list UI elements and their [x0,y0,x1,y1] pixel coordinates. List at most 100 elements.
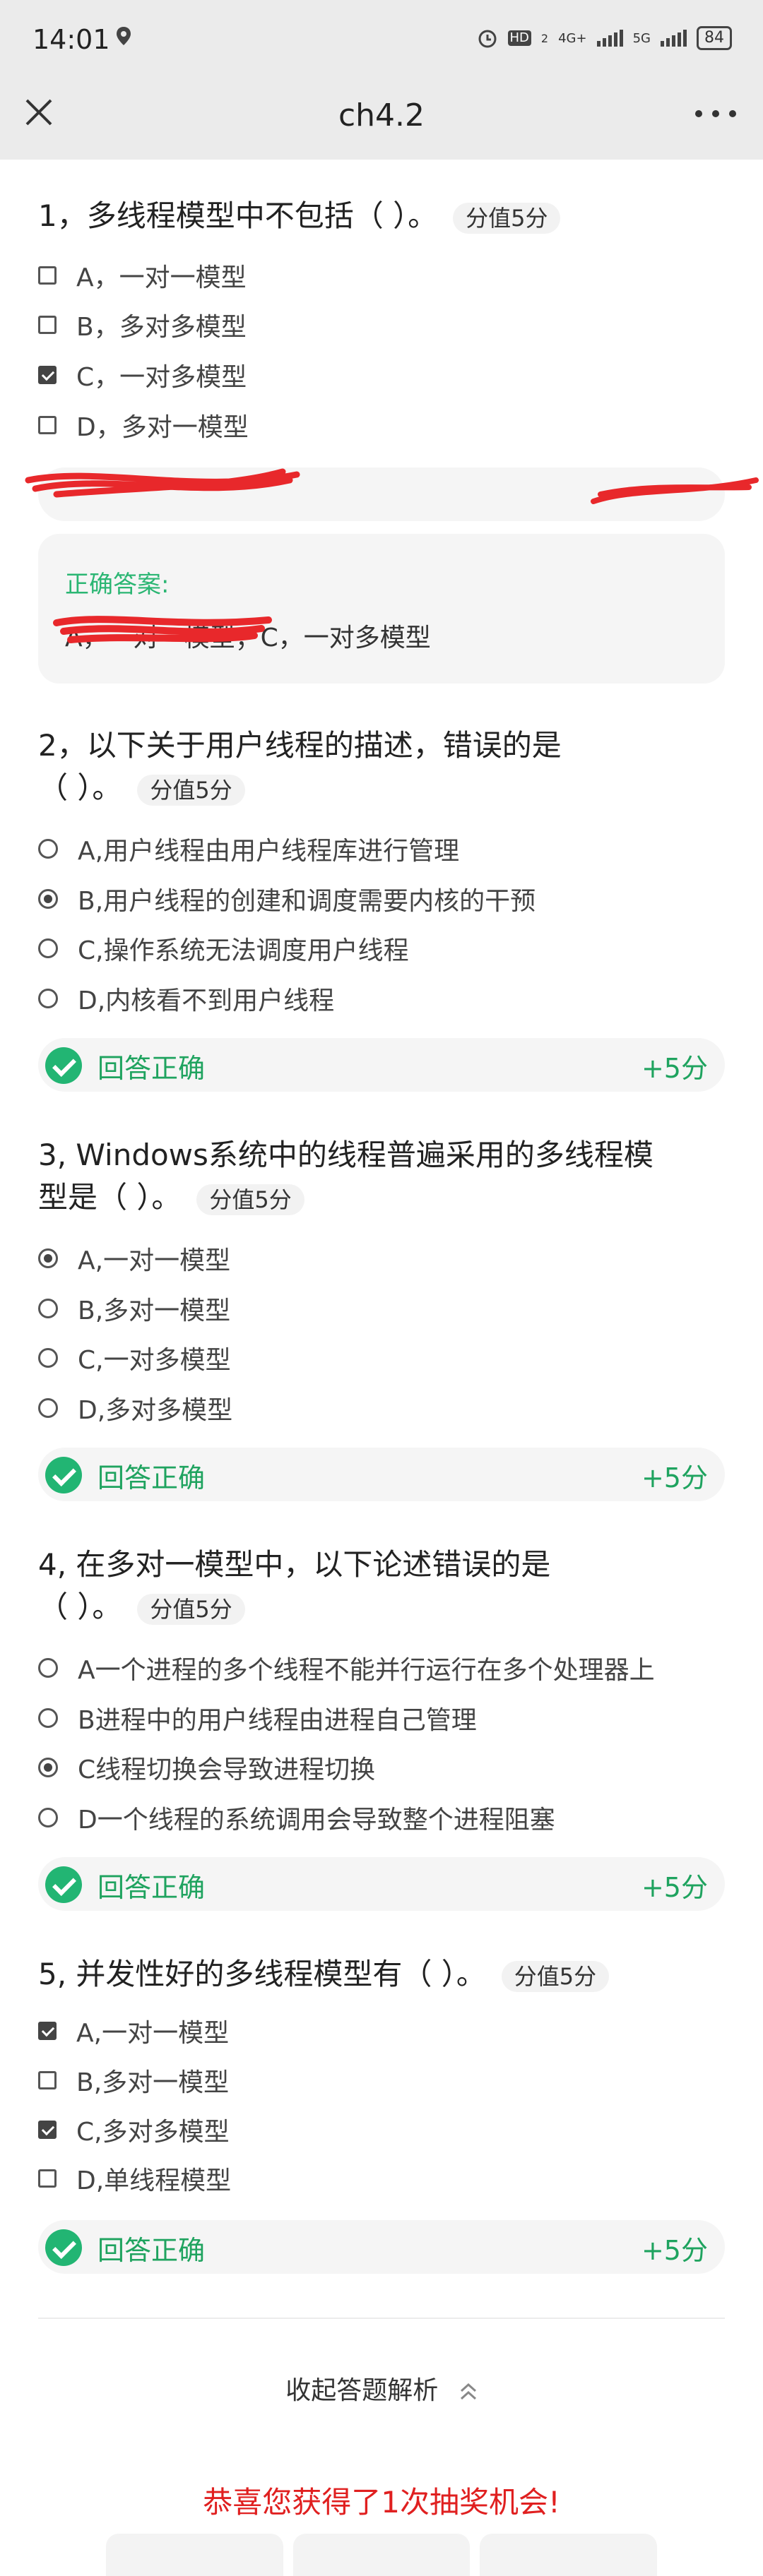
option-1a[interactable]: A，一对一模型 [38,258,247,293]
check-circle-icon [45,1457,82,1493]
question-3-text-2: 型是（ ）。 [38,1180,182,1215]
option-3b[interactable]: B,多对一模型 [38,1291,230,1326]
option-label: C,操作系统无法调度用户线程 [78,936,409,965]
radio[interactable] [38,938,58,958]
hd-icon: HD [507,30,531,46]
checkbox[interactable] [38,316,57,334]
result-text: 回答正确 [97,2235,206,2266]
congrats-message: 恭喜您获得了1次抽奖机会! [203,2485,560,2520]
option-1c[interactable]: C，一对多模型 [38,357,247,393]
option-5c[interactable]: C,多对多模型 [38,2112,230,2147]
option-4b[interactable]: B进程中的用户线程由进程自己管理 [38,1700,477,1736]
option-5b[interactable]: B,多对一模型 [38,2063,229,2098]
result-bar-2: 回答正确 +5分 [38,1038,725,1092]
option-1b[interactable]: B，多对多模型 [38,307,247,342]
question-2-text-2: （ ）。 [38,770,122,805]
score-badge: 分值5分 [137,1593,245,1625]
result-points: +5分 [641,2235,708,2266]
hd-sub: 2 [540,31,549,45]
page-title: ch4.2 [338,97,425,133]
double-chevron-up-icon [460,2383,476,2400]
redaction-scribble [25,468,759,504]
option-label: B,用户线程的创建和调度需要内核的干预 [78,887,536,916]
option-2b[interactable]: B,用户线程的创建和调度需要内核的干预 [38,881,536,917]
option-label: C线程切换会导致进程切换 [78,1755,376,1784]
more-icon[interactable] [695,102,738,123]
option-2c[interactable]: C,操作系统无法调度用户线程 [38,931,409,966]
checkbox[interactable] [38,2071,57,2089]
option-label: D,单线程模型 [76,2166,232,2195]
checkbox[interactable] [38,416,57,434]
result-text: 回答正确 [97,1872,206,1903]
question-4-title: 4, 在多对一模型中，以下论述错误的是 （ ）。 分值5分 [38,1544,725,1628]
option-5a[interactable]: A,一对一模型 [38,2013,229,2049]
prize-card[interactable] [292,2534,471,2576]
radio[interactable] [38,1398,58,1418]
radio-checked[interactable] [38,889,58,909]
checkbox[interactable] [38,266,57,285]
result-points: +5分 [641,1462,708,1493]
divider [38,2318,725,2319]
score-badge: 分值5分 [137,774,245,806]
result-text: 回答正确 [97,1053,206,1084]
option-4c[interactable]: C线程切换会导致进程切换 [38,1750,375,1785]
radio[interactable] [38,1348,58,1368]
result-bar-4: 回答正确 +5分 [38,1857,725,1911]
answer-label: 正确答案: [65,571,170,599]
option-2d[interactable]: D,内核看不到用户线程 [38,981,334,1016]
radio[interactable] [38,1299,58,1318]
option-1d[interactable]: D，多对一模型 [38,407,249,443]
radio[interactable] [38,1808,58,1827]
option-label: D,内核看不到用户线程 [78,986,335,1015]
score-badge: 分值5分 [501,1960,610,1992]
option-3a[interactable]: A,一对一模型 [38,1241,230,1276]
option-label: B,多对一模型 [76,2068,230,2097]
alarm-icon [478,30,497,48]
option-label: A，一对一模型 [76,263,247,292]
signal-icon-2 [661,30,687,47]
radio[interactable] [38,989,58,1008]
question-3-text: 3, Windows系统中的线程普遍采用的多线程模 [38,1138,653,1172]
question-5-text: 5, 并发性好的多线程模型有（ ）。 [38,1957,486,1991]
option-3c[interactable]: C,一对多模型 [38,1340,231,1376]
checkbox-checked[interactable] [38,2121,57,2139]
option-label: D一个线程的系统调用会导致整个进程阻塞 [78,1806,555,1835]
battery-icon: 84 [697,26,732,50]
checkbox-checked[interactable] [38,366,57,384]
check-circle-icon [45,1047,82,1084]
checkbox-checked[interactable] [38,2022,57,2040]
option-label: B进程中的用户线程由进程自己管理 [78,1706,477,1735]
question-1-text: 1，多线程模型中不包括（ ）。 [38,198,438,233]
prize-card[interactable] [106,2534,283,2576]
option-4a[interactable]: A一个进程的多个线程不能并行运行在多个处理器上 [38,1650,655,1686]
option-label: D，多对一模型 [76,413,249,442]
question-3-title: 3, Windows系统中的线程普遍采用的多线程模 型是（ ）。 分值5分 [38,1134,725,1219]
score-badge: 分值5分 [196,1183,304,1215]
collapse-analysis-button[interactable]: 收起答题解析 [0,2370,763,2407]
question-2-text: 2，以下关于用户线程的描述，错误的是 [38,728,562,763]
option-5d[interactable]: D,单线程模型 [38,2161,231,2196]
radio-checked[interactable] [38,1758,58,1777]
question-1-title: 1，多线程模型中不包括（ ）。 分值5分 [38,195,725,237]
radio[interactable] [38,1708,58,1728]
option-label: A一个进程的多个线程不能并行运行在多个处理器上 [78,1656,655,1685]
radio[interactable] [38,1658,58,1678]
option-3d[interactable]: D,多对多模型 [38,1390,232,1426]
radio[interactable] [38,839,58,859]
prize-cards [106,2534,658,2576]
check-circle-icon [45,1866,82,1903]
location-icon [117,27,131,45]
checkbox[interactable] [38,2169,57,2188]
option-label: A,一对一模型 [76,2019,230,2048]
prize-card[interactable] [480,2534,658,2576]
radio-checked[interactable] [38,1248,58,1268]
option-label: B,多对一模型 [78,1296,231,1325]
battery-level: 84 [704,29,724,47]
option-2a[interactable]: A,用户线程由用户线程库进行管理 [38,831,459,866]
option-4d[interactable]: D一个线程的系统调用会导致整个进程阻塞 [38,1800,555,1835]
result-points: +5分 [641,1872,708,1903]
question-4-text-2: （ ）。 [38,1590,122,1624]
check-circle-icon [45,2229,82,2266]
hd-text: HD [509,30,529,45]
result-points: +5分 [641,1053,708,1084]
